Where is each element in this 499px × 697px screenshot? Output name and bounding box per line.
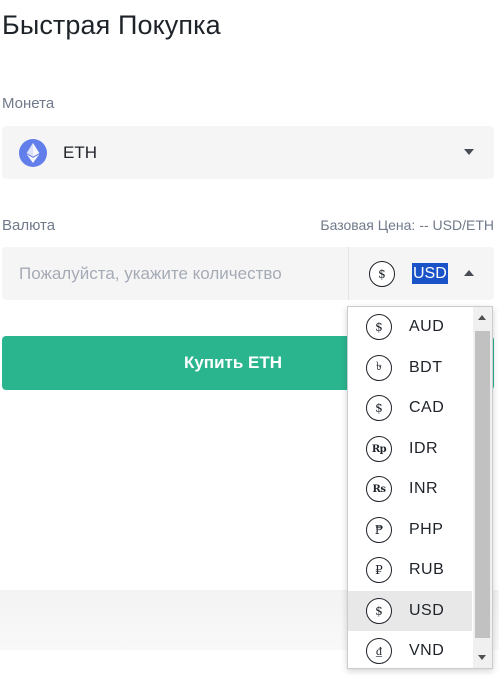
ruble-icon: ₽: [366, 557, 392, 583]
currency-option-php[interactable]: ₱ PHP: [348, 510, 472, 550]
base-price-label: Базовая Цена:: [320, 217, 416, 233]
currency-label: Валюта: [2, 217, 56, 234]
rupiah-icon: Rp: [366, 436, 392, 462]
currency-option-usd[interactable]: $ USD: [348, 591, 472, 631]
scroll-up-arrow-icon[interactable]: [478, 315, 486, 320]
currency-option-label: VND: [409, 642, 445, 659]
dong-icon: ₫: [366, 638, 392, 664]
ethereum-icon: [19, 138, 47, 167]
coin-selected-value: ETH: [63, 142, 97, 162]
rupee-icon: Rs: [366, 476, 392, 502]
currency-option-label: PHP: [409, 521, 444, 538]
coin-label: Монета: [2, 95, 55, 112]
currency-option-label: BDT: [409, 359, 443, 376]
currency-dropdown: $ AUD ৳ BDT $ CAD Rp IDR Rs INR ₱ PHP ₽ …: [347, 306, 493, 669]
currency-option-inr[interactable]: Rs INR: [348, 469, 472, 509]
amount-row: $ USD: [2, 247, 494, 300]
dollar-icon: $: [369, 261, 395, 287]
page-title: Быстрая Покупка: [2, 10, 221, 40]
currency-option-aud[interactable]: $ AUD: [348, 307, 472, 347]
dropdown-scrollbar[interactable]: [473, 307, 492, 668]
dollar-icon: $: [366, 598, 392, 624]
chevron-up-icon: [464, 270, 474, 276]
currency-option-label: RUB: [409, 561, 445, 578]
currency-option-label: IDR: [409, 440, 439, 457]
base-price: Базовая Цена: -- USD/ETH: [320, 217, 494, 233]
currency-option-label: INR: [409, 480, 439, 497]
currency-option-idr[interactable]: Rp IDR: [348, 429, 472, 469]
taka-icon: ৳: [366, 355, 392, 381]
scroll-down-arrow-icon[interactable]: [478, 655, 486, 660]
coin-select[interactable]: ETH: [2, 126, 494, 179]
dollar-icon: $: [366, 395, 392, 421]
amount-input[interactable]: [2, 247, 348, 300]
chevron-down-icon: [464, 149, 474, 155]
currency-option-label: USD: [409, 602, 445, 619]
currency-option-label: AUD: [409, 318, 445, 335]
scrollbar-thumb[interactable]: [475, 331, 490, 638]
currency-select[interactable]: $ USD: [349, 247, 494, 300]
base-price-value: -- USD/ETH: [419, 217, 494, 233]
dollar-icon: $: [366, 314, 392, 340]
currency-option-cad[interactable]: $ CAD: [348, 388, 472, 428]
currency-option-rub[interactable]: ₽ RUB: [348, 550, 472, 590]
currency-selected-value: USD: [412, 263, 448, 284]
currency-option-bdt[interactable]: ৳ BDT: [348, 348, 472, 388]
currency-option-label: CAD: [409, 399, 445, 416]
currency-option-vnd[interactable]: ₫ VND: [348, 631, 472, 668]
peso-icon: ₱: [366, 517, 392, 543]
